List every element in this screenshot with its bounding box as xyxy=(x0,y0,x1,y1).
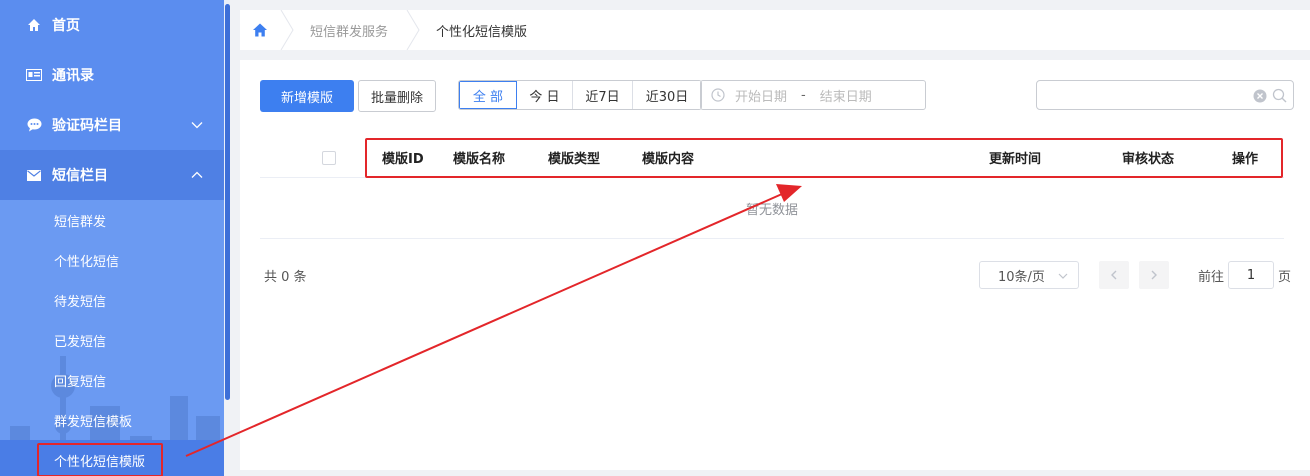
annotation-highlight-box xyxy=(365,138,1283,178)
breadcrumb-separator-icon xyxy=(406,10,420,50)
prev-page-button[interactable] xyxy=(1099,261,1129,289)
home-icon xyxy=(253,23,267,37)
breadcrumb-item-current: 个性化短信模版 xyxy=(420,10,545,50)
clock-icon xyxy=(711,88,725,102)
chat-bubble-icon xyxy=(26,117,42,133)
menu-item-sms[interactable]: 短信栏目 xyxy=(0,150,224,200)
search-icon[interactable] xyxy=(1272,88,1287,103)
home-icon xyxy=(26,17,42,33)
submenu-item-label: 个性化短信 xyxy=(54,254,120,270)
breadcrumb-item-bulk-sms-service[interactable]: 短信群发服务 xyxy=(294,10,406,50)
chevron-right-icon xyxy=(1151,270,1157,280)
submenu-item-sent-sms[interactable]: 已发短信 xyxy=(0,320,224,360)
chevron-left-icon xyxy=(1111,270,1117,280)
start-date-input[interactable]: 开始日期 xyxy=(735,86,787,105)
end-date-input[interactable]: 结束日期 xyxy=(820,86,872,105)
date-range-picker[interactable]: 开始日期 - 结束日期 xyxy=(700,80,926,110)
tab-last-7-days[interactable]: 近7日 xyxy=(573,81,633,109)
sidebar: 首页 通讯录 验证码栏目 短信栏目 短信群发 个性化短信 待发短信 已发短信 回… xyxy=(0,0,224,476)
date-range-separator: - xyxy=(801,87,806,103)
submenu-item-personalized-sms-template[interactable]: 个性化短信模版 xyxy=(0,440,224,476)
batch-delete-button[interactable]: 批量删除 xyxy=(358,80,436,112)
clear-circle-icon[interactable] xyxy=(1253,89,1267,103)
tab-all[interactable]: 全 部 xyxy=(459,81,517,109)
goto-suffix-label: 页 xyxy=(1278,270,1292,285)
menu-item-label: 验证码栏目 xyxy=(52,118,122,134)
chevron-up-icon xyxy=(191,171,203,178)
menu-item-label: 短信栏目 xyxy=(52,168,108,184)
sms-submenu: 短信群发 个性化短信 待发短信 已发短信 回复短信 群发短信模板 个性化短信模版 xyxy=(0,200,224,476)
submenu-item-bulk-sms[interactable]: 短信群发 xyxy=(0,200,224,240)
submenu-item-pending-sms[interactable]: 待发短信 xyxy=(0,280,224,320)
sidebar-scrollbar[interactable] xyxy=(225,4,230,400)
submenu-item-label: 待发短信 xyxy=(54,294,107,310)
page-size-select[interactable]: 10条/页 xyxy=(979,261,1079,289)
breadcrumb-home[interactable] xyxy=(240,10,280,50)
annotation-highlight-box xyxy=(37,443,163,476)
menu-item-contacts[interactable]: 通讯录 xyxy=(0,50,224,100)
add-template-button[interactable]: 新增模版 xyxy=(260,80,354,112)
menu-item-home[interactable]: 首页 xyxy=(0,0,224,50)
submenu-item-reply-sms[interactable]: 回复短信 xyxy=(0,360,224,400)
submenu-item-label: 回复短信 xyxy=(54,374,107,390)
envelope-icon xyxy=(26,167,42,183)
submenu-item-label: 短信群发 xyxy=(54,214,107,230)
submenu-item-bulk-sms-template[interactable]: 群发短信模板 xyxy=(0,400,224,440)
date-range-tabs: 全 部 今 日 近7日 近30日 xyxy=(458,80,702,110)
select-all-checkbox[interactable] xyxy=(322,151,336,165)
menu-item-verification-code[interactable]: 验证码栏目 xyxy=(0,100,224,150)
contact-card-icon xyxy=(26,67,42,83)
empty-table-message: 暂无数据 xyxy=(260,179,1284,239)
menu-item-label: 首页 xyxy=(52,18,80,34)
goto-page-input[interactable]: 1 xyxy=(1228,261,1274,289)
total-count: 共 0 条 xyxy=(264,270,307,285)
tab-last-30-days[interactable]: 近30日 xyxy=(633,81,701,109)
main-panel: 新增模版 批量删除 全 部 今 日 近7日 近30日 开始日期 - 结束日期 模… xyxy=(240,60,1310,470)
goto-label: 前往 xyxy=(1198,270,1225,285)
breadcrumb-label: 短信群发服务 xyxy=(310,24,389,40)
breadcrumb: 短信群发服务 个性化短信模版 xyxy=(240,10,1310,50)
page-size-value: 10条/页 xyxy=(998,269,1045,285)
submenu-item-personalized-sms[interactable]: 个性化短信 xyxy=(0,240,224,280)
chevron-down-icon xyxy=(191,122,203,129)
submenu-item-label: 已发短信 xyxy=(54,334,107,350)
next-page-button[interactable] xyxy=(1139,261,1169,289)
breadcrumb-separator-icon xyxy=(280,10,294,50)
chevron-down-icon xyxy=(1058,273,1068,279)
search-input[interactable] xyxy=(1036,80,1294,110)
menu-item-label: 通讯录 xyxy=(52,68,94,84)
submenu-item-label: 群发短信模板 xyxy=(54,414,133,430)
breadcrumb-label: 个性化短信模版 xyxy=(436,24,528,40)
tab-today[interactable]: 今 日 xyxy=(517,81,573,109)
